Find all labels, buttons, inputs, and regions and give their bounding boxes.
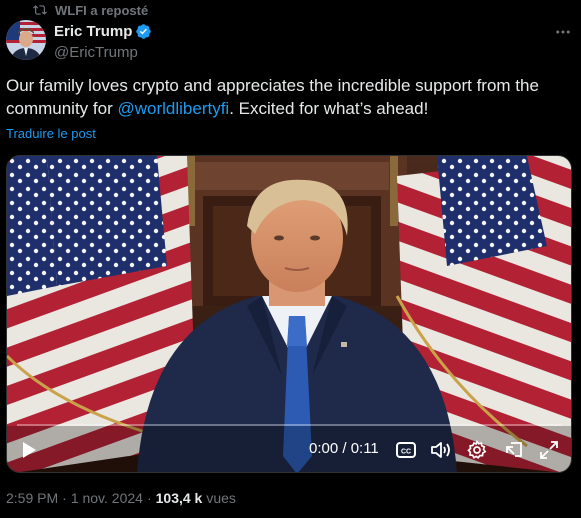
captions-button[interactable]: CC xyxy=(395,440,417,460)
video-progress-bar[interactable] xyxy=(17,424,561,426)
author-handle[interactable]: @EricTrump xyxy=(54,44,152,61)
play-button[interactable] xyxy=(19,440,39,460)
pip-button[interactable] xyxy=(503,440,525,460)
repost-label: WLFI a reposté xyxy=(55,2,149,18)
video-player[interactable]: 0:00 / 0:11 CC xyxy=(6,155,572,473)
volume-button[interactable] xyxy=(429,440,453,460)
tweet-header: Eric Trump @EricTrump xyxy=(6,20,575,64)
repost-indicator[interactable]: WLFI a reposté xyxy=(33,2,148,18)
tweet-date[interactable]: 1 nov. 2024 xyxy=(71,490,143,506)
views-label: vues xyxy=(206,490,236,506)
settings-button[interactable] xyxy=(466,440,488,460)
tweet-text-part-2: . Excited for what’s ahead! xyxy=(229,99,429,118)
captions-icon: CC xyxy=(396,442,416,458)
settings-icon xyxy=(467,440,487,460)
fullscreen-icon xyxy=(540,441,558,459)
tweet-text: Our family loves crypto and appreciates … xyxy=(6,74,575,120)
svg-text:CC: CC xyxy=(401,449,411,456)
more-button[interactable] xyxy=(553,22,573,42)
tweet-time[interactable]: 2:59 PM xyxy=(6,490,58,506)
video-controls: 0:00 / 0:11 CC xyxy=(7,428,571,472)
tweet-meta: 2:59 PM · 1 nov. 2024 · 103,4 k vues xyxy=(6,490,236,506)
mention-link[interactable]: @worldlibertyfi xyxy=(117,99,229,118)
view-count[interactable]: 103,4 k xyxy=(156,490,203,506)
author-name[interactable]: Eric Trump xyxy=(54,23,132,40)
translate-link[interactable]: Traduire le post xyxy=(6,126,96,141)
avatar[interactable] xyxy=(6,20,46,60)
video-time: 0:00 / 0:11 xyxy=(309,440,379,457)
repost-icon xyxy=(33,5,47,15)
volume-icon xyxy=(431,442,450,458)
meta-separator: · xyxy=(146,490,152,506)
pip-icon xyxy=(506,442,522,457)
meta-separator: · xyxy=(62,490,67,506)
more-icon xyxy=(556,30,570,34)
fullscreen-button[interactable] xyxy=(538,440,560,460)
verified-badge-icon xyxy=(136,23,152,39)
play-icon xyxy=(23,442,36,458)
